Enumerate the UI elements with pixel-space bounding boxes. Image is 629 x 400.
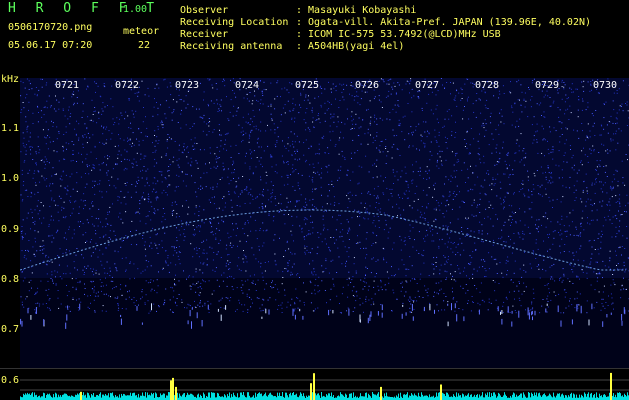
x-tick-0725: 0725 [295, 80, 320, 91]
filename: 0506170720.png [8, 22, 93, 33]
meteor-count: 22 [138, 40, 151, 51]
y-tick-1-0: 1.0 [1, 173, 20, 184]
x-tick-0727: 0727 [415, 80, 440, 91]
spectrogram [20, 78, 629, 368]
signal-strength-graph [20, 370, 629, 400]
x-tick-0724: 0724 [235, 80, 260, 91]
info-label-location: Receiving Location [180, 17, 289, 28]
x-tick-0722: 0722 [115, 80, 140, 91]
info-label-antenna: Receiving antenna [180, 41, 283, 52]
meteor-label: meteor [123, 26, 160, 37]
y-tick-1-1: 1.1 [1, 123, 20, 134]
x-tick-0730: 0730 [593, 80, 618, 91]
datetime: 05.06.17 07:20 [8, 40, 93, 51]
info-value-location: : Ogata-vill. Akita-Pref. JAPAN (139.96E… [296, 17, 592, 28]
x-tick-0728: 0728 [475, 80, 500, 91]
info-label-observer: Observer [180, 5, 229, 16]
info-label-receiver: Receiver [180, 29, 229, 40]
info-value-receiver: : ICOM IC-575 53.7492(@LCD)MHz USB [296, 29, 501, 40]
graph-separator [0, 368, 629, 369]
info-value-antenna: : A504HB(yagi 4el) [296, 41, 405, 52]
y-axis-unit: kHz [1, 74, 20, 85]
hroftt-window: H R O F F T 1.00 0506170720.png meteor 0… [0, 0, 629, 400]
spectrogram-canvas [20, 78, 629, 368]
x-tick-0723: 0723 [175, 80, 200, 91]
y-tick-0-9: 0.9 [1, 224, 20, 235]
x-tick-0721: 0721 [55, 80, 80, 91]
info-value-observer: : Masayuki Kobayashi [296, 5, 417, 16]
lower-tick-0-6: 0.6 [1, 375, 20, 386]
signal-strength-canvas [20, 372, 629, 400]
x-tick-0726: 0726 [355, 80, 380, 91]
app-version: 1.00 [123, 4, 148, 15]
x-tick-0729: 0729 [535, 80, 560, 91]
y-tick-0-8: 0.8 [1, 274, 20, 285]
y-tick-0-7: 0.7 [1, 324, 20, 335]
